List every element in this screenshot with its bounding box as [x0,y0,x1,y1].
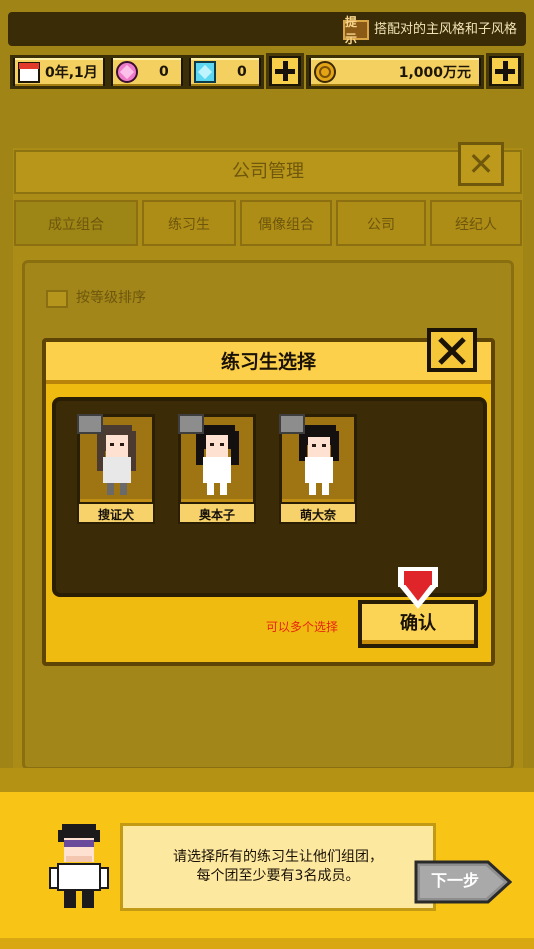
tab-idol-groups[interactable]: 偶像组合 [240,200,332,246]
panel-close-button[interactable]: ✕ [458,142,504,186]
add-money-button[interactable] [486,53,524,89]
multi-select-note: 可以多个选择 [266,620,339,634]
dialog-close-button[interactable] [427,328,477,372]
tab-manager[interactable]: 经纪人 [430,200,522,246]
date-text: 0年,1月 [45,65,98,81]
sort-checkbox-label: 按等级排序 [76,290,146,306]
calendar-icon [18,62,40,83]
checkmark-icon [178,414,204,434]
next-step-label: 下一步 [430,871,479,890]
hint-icon[interactable]: 提示 [343,15,369,46]
bottom-band [0,768,534,792]
pink-gem-counter: 0 [108,55,186,89]
trainee-name: 萌大奈 [279,502,357,524]
dialog-title: 练习生选择 [220,351,316,373]
money-counter: 1,000万元 [306,55,484,89]
company-panel-title: 公司管理 [14,150,522,194]
blue-gem-count: 0 [237,64,247,80]
bottom-strip [0,938,534,949]
tab-company[interactable]: 公司 [336,200,426,246]
pink-gem-icon [116,61,138,83]
trainee-card[interactable]: 搜证犬 [77,414,155,524]
blue-gem-icon [194,61,216,83]
sort-checkbox[interactable] [46,290,68,308]
date-display: 0年,1月 [10,55,108,89]
checkmark-icon [279,414,305,434]
add-gems-button[interactable] [266,53,304,89]
close-icon [438,337,466,365]
hint-text: 搭配对的主风格和子风格 [374,22,518,37]
plus-icon [492,58,518,84]
tab-trainees[interactable]: 练习生 [142,200,236,246]
mentor-character [48,822,110,910]
money-amount: 1,000万元 [398,65,471,81]
trainee-card[interactable]: 奥本子 [178,414,256,524]
tab-form-group[interactable]: 成立组合 [14,200,138,246]
pink-gem-count: 0 [159,64,169,80]
tutorial-text-line2: 每个团至少要有3名成员。 [196,868,360,884]
trainee-name: 奥本子 [178,502,256,524]
pointer-arrow-icon [394,567,442,611]
trainee-name: 搜证犬 [77,502,155,524]
plus-icon [272,58,298,84]
checkmark-icon [77,414,103,434]
trainee-card[interactable]: 萌大奈 [279,414,357,524]
blue-gem-counter: 0 [186,55,264,89]
coin-icon [314,61,336,83]
